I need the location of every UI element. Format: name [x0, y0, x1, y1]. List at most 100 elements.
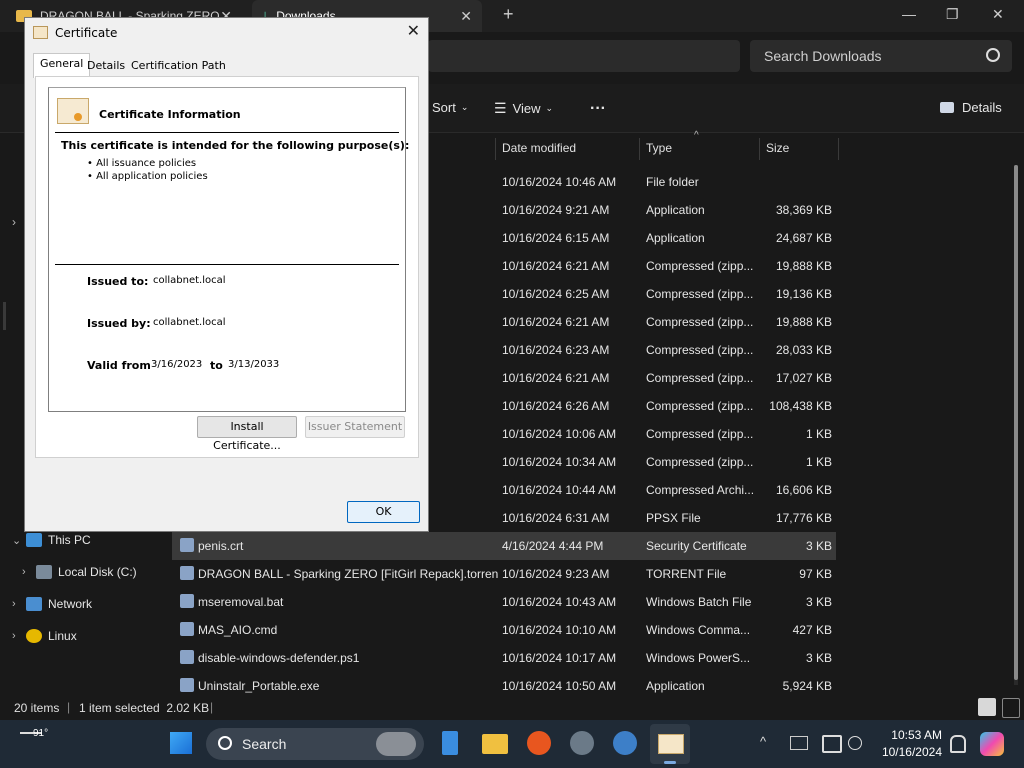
details-pane-icon: [940, 102, 954, 113]
scrollbar[interactable]: [1014, 165, 1018, 685]
table-row[interactable]: MAS_AIO.cmd 10/16/2024 10:10 AM Windows Co…: [172, 616, 836, 644]
view-button[interactable]: ☰ View ⌄: [494, 100, 553, 117]
file-icon: [180, 678, 194, 692]
install-certificate-button[interactable]: Install Certificate...: [197, 416, 297, 452]
certificate-app-button[interactable]: [650, 724, 690, 764]
file-name: disable-windows-defender.ps1: [198, 651, 360, 665]
chevron-up-icon[interactable]: ^: [760, 734, 766, 749]
network-status-icon[interactable]: [848, 736, 862, 750]
issuer-statement-button[interactable]: Issuer Statement: [305, 416, 405, 438]
details-pane-button[interactable]: Details: [940, 100, 1002, 115]
chevron-right-icon[interactable]: ›: [12, 215, 16, 229]
more-options-button[interactable]: ···: [590, 100, 606, 118]
column-date-modified[interactable]: Date modified: [495, 138, 638, 160]
tab-details[interactable]: Details: [81, 56, 131, 76]
file-icon: [180, 622, 194, 636]
notification-bell-icon[interactable]: [950, 735, 966, 753]
clock-time[interactable]: 10:53 AM: [878, 728, 942, 742]
table-row[interactable]: disable-windows-defender.ps1 10/16/2024 1…: [172, 644, 836, 672]
file-date: 10/16/2024 6:21 AM: [502, 371, 610, 385]
qbittorrent-icon[interactable]: [613, 731, 637, 755]
file-explorer-icon[interactable]: [482, 734, 508, 754]
certificate-icon: [33, 26, 48, 39]
firefox-icon[interactable]: [527, 731, 551, 755]
close-icon[interactable]: ✕: [407, 21, 420, 40]
cloud-icon[interactable]: [790, 736, 808, 750]
table-row[interactable]: DRAGON BALL - Sparking ZERO [FitGirl Rep…: [172, 560, 836, 588]
file-size: 97 KB: [799, 567, 832, 581]
view-icon: ☰: [494, 100, 507, 116]
seal-icon: [74, 113, 82, 121]
file-size: 17,776 KB: [775, 511, 832, 525]
file-date: 10/16/2024 10:50 AM: [502, 679, 617, 693]
weather-temp: 91°: [33, 728, 49, 739]
notepad-icon[interactable]: [442, 731, 458, 755]
file-date: 10/16/2024 6:25 AM: [502, 287, 610, 301]
tab-certification-path[interactable]: Certification Path: [125, 56, 232, 76]
file-date: 10/16/2024 6:26 AM: [502, 399, 610, 413]
purpose-item: • All application policies: [87, 171, 208, 182]
nav-label: Network: [48, 597, 93, 611]
certificate-info-heading: Certificate Information: [99, 108, 241, 121]
file-type: TORRENT File: [646, 567, 727, 581]
certificate-dialog: Certificate ✕ General Details Certificat…: [24, 17, 429, 532]
file-name: mseremoval.bat: [198, 595, 284, 609]
column-type[interactable]: Type: [639, 138, 758, 160]
file-size: 38,369 KB: [775, 203, 832, 217]
general-tab-panel: Certificate Information This certificate…: [35, 76, 419, 458]
file-date: 10/16/2024 10:43 AM: [502, 595, 617, 609]
maximize-icon[interactable]: ❐: [946, 6, 959, 23]
file-date: 10/16/2024 10:44 AM: [502, 483, 617, 497]
issued-to-value: collabnet.local: [153, 275, 226, 286]
display-icon[interactable]: [822, 735, 842, 753]
file-date: 10/16/2024 10:34 AM: [502, 455, 617, 469]
details-label: Details: [962, 100, 1002, 115]
ok-button[interactable]: OK: [347, 501, 420, 523]
certificate-icon: [57, 98, 89, 124]
file-date: 10/16/2024 6:15 AM: [502, 231, 610, 245]
new-tab-button[interactable]: +: [503, 4, 514, 25]
file-type: Windows Comma...: [646, 623, 751, 637]
file-size: 1 KB: [805, 427, 832, 441]
file-size: 17,027 KB: [775, 371, 832, 385]
drive-icon: [36, 565, 52, 579]
tiles-view-icon[interactable]: [1002, 698, 1020, 718]
table-row[interactable]: penis.crt 4/16/2024 4:44 PM Security Certi…: [172, 532, 836, 560]
address-bar[interactable]: [428, 40, 740, 72]
file-type: Compressed (zipp...: [646, 315, 754, 329]
purpose-item: • All issuance policies: [87, 158, 197, 169]
certificate-icon: [658, 734, 684, 754]
copilot-icon[interactable]: [980, 732, 1004, 756]
scrollbar-thumb[interactable]: [1014, 165, 1018, 680]
file-type: Compressed (zipp...: [646, 287, 754, 301]
details-view-icon[interactable]: [978, 698, 996, 716]
nav-this-pc[interactable]: ⌄ This PC: [12, 533, 91, 547]
nav-linux[interactable]: › Linux: [12, 629, 77, 643]
search-icon: [218, 736, 232, 750]
chevron-right-icon: ›: [12, 598, 16, 610]
valid-from-value: 3/16/2023: [151, 359, 203, 370]
minimize-icon[interactable]: —: [902, 6, 916, 22]
column-size[interactable]: Size: [759, 138, 839, 160]
search-box[interactable]: Search Downloads: [750, 40, 1012, 72]
file-type: Windows Batch File: [646, 595, 752, 609]
purpose-heading: This certificate is intended for the fol…: [61, 139, 410, 152]
file-type: Compressed (zipp...: [646, 259, 754, 273]
nav-label: This PC: [48, 533, 91, 547]
separator: |: [67, 700, 71, 714]
taskbar: 91° Search ^ 10:53 AM 10/16/2024: [0, 720, 1024, 768]
windows-start-icon[interactable]: [170, 732, 192, 754]
nav-network[interactable]: › Network: [12, 597, 92, 611]
clock-date[interactable]: 10/16/2024: [878, 745, 942, 759]
view-label: View: [512, 101, 541, 116]
close-tab-icon[interactable]: ✕: [460, 8, 472, 25]
nav-local-disk[interactable]: › Local Disk (C:): [22, 565, 137, 579]
file-type: PPSX File: [646, 511, 701, 525]
sort-button[interactable]: Sort ⌄: [432, 100, 468, 115]
settings-gear-icon[interactable]: [570, 731, 594, 755]
file-size: 3 KB: [805, 539, 832, 553]
file-type: Application: [646, 679, 705, 693]
taskbar-search[interactable]: Search: [206, 728, 424, 760]
table-row[interactable]: mseremoval.bat 10/16/2024 10:43 AM Windows…: [172, 588, 836, 616]
close-window-icon[interactable]: ✕: [992, 6, 1004, 23]
